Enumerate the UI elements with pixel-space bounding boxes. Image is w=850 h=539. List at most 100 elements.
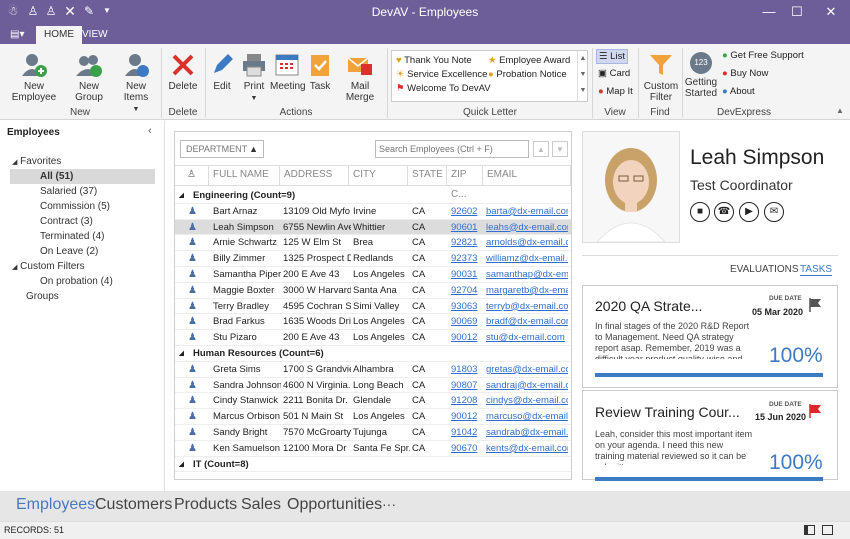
table-row[interactable]: ♟ Arnie Schwartz 125 W Elm St Brea CA 92821 ar… xyxy=(175,235,571,252)
close-button[interactable]: ✕ xyxy=(816,3,846,21)
table-cell[interactable]: 93063 xyxy=(451,299,485,314)
table-cell[interactable]: williamz@dx-email.c... xyxy=(486,251,568,266)
minimize-button[interactable]: — xyxy=(754,3,784,21)
column-chooser-icon[interactable]: ♙ xyxy=(175,165,209,185)
normal-view-icon[interactable] xyxy=(804,525,815,535)
table-row[interactable]: ♟ Maggie Boxter 3000 W Harvard...Santa Ana… xyxy=(175,283,571,299)
table-row[interactable]: ♟ Sandy Bright 7570 McGroarty... Tujunga CA 9… xyxy=(175,425,571,441)
nav-custom-filters[interactable]: ◢ Custom Filters xyxy=(12,259,85,274)
table-cell[interactable]: 92373 xyxy=(451,251,485,266)
nav-item[interactable]: Terminated (4) xyxy=(10,229,155,244)
about-link[interactable]: ● About xyxy=(722,86,755,97)
new-items-button[interactable]: New Items ▼ xyxy=(114,52,158,115)
search-input[interactable] xyxy=(375,140,529,158)
flag-icon[interactable] xyxy=(807,403,823,419)
table-cell[interactable]: 90012 xyxy=(451,409,485,424)
quick-letter-probation-notice[interactable]: ● Probation Notice xyxy=(488,69,567,80)
flag-icon[interactable] xyxy=(807,297,823,313)
more-nav-icon[interactable]: ··· xyxy=(382,496,396,512)
group-row[interactable]: ◢ Human Resources (Count=6) xyxy=(175,346,571,362)
find-next-button[interactable]: ▼ xyxy=(552,141,568,157)
column-header[interactable]: CITY xyxy=(349,165,408,185)
table-cell[interactable]: 92704 xyxy=(451,283,485,298)
group-row[interactable]: ◢ Engineering (Count=9) xyxy=(175,188,571,204)
table-cell[interactable]: 91803 xyxy=(451,362,485,377)
maximize-button[interactable]: ☐ xyxy=(782,3,812,21)
get-free-support-link[interactable]: ● Get Free Support xyxy=(722,50,804,61)
table-cell[interactable]: 90807 xyxy=(451,378,485,393)
table-row[interactable]: ♟ Bart Arnaz 13109 Old Myfo... Irvine CA 9260… xyxy=(175,204,571,220)
nav-item[interactable]: All (51) xyxy=(10,169,155,184)
quick-letter-service-excellence[interactable]: ☀ Service Excellence xyxy=(396,69,487,80)
file-menu-icon[interactable]: ▤▾ xyxy=(4,26,30,44)
table-cell[interactable]: stu@dx-email.com xyxy=(486,330,568,345)
getting-started-button[interactable]: 123 Getting Started xyxy=(684,52,718,99)
find-previous-button[interactable]: ▲ xyxy=(533,141,549,157)
nav-employees[interactable]: Employees xyxy=(16,496,95,514)
print-button[interactable]: Print ▼ xyxy=(239,52,269,104)
table-cell[interactable]: 90670 xyxy=(451,441,485,456)
column-header[interactable]: ZIP C... xyxy=(447,165,483,200)
column-header[interactable]: ADDRESS xyxy=(280,165,349,185)
tab-evaluations[interactable]: EVALUATIONS xyxy=(730,264,799,275)
table-row[interactable]: ♟ Brad Farkus 1635 Woods DriveLos Angeles C… xyxy=(175,314,571,331)
table-cell[interactable]: 91042 xyxy=(451,425,485,440)
edit-button[interactable]: Edit xyxy=(208,52,236,92)
table-row[interactable]: ♟ Sandra Johnson 4600 N Virginia... Long Be… xyxy=(175,378,571,394)
table-row[interactable]: ♟ Ken Samuelson12100 Mora Dr Santa Fe Spr.… xyxy=(175,441,571,457)
reading-view-icon[interactable] xyxy=(822,525,833,535)
nav-item[interactable]: Salaried (37) xyxy=(10,184,155,199)
phone-icon[interactable]: ☎ xyxy=(714,202,734,222)
table-cell[interactable]: sandraj@dx-email.c... xyxy=(486,378,568,393)
table-cell[interactable]: arnolds@dx-email.c... xyxy=(486,235,568,250)
table-cell[interactable]: barta@dx-email.com xyxy=(486,204,568,219)
table-cell[interactable]: 90069 xyxy=(451,314,485,329)
table-row[interactable]: ♟ Leah Simpson 6755 Newlin Ave Whittier CA 90… xyxy=(175,219,571,236)
custom-filter-button[interactable]: Custom Filter xyxy=(642,52,680,103)
task-card[interactable]: Review Training Cour... DUE DATE 15 Jun … xyxy=(582,390,838,481)
nav-groups[interactable]: Groups xyxy=(26,289,59,304)
table-cell[interactable]: cindys@dx-email.com xyxy=(486,393,568,408)
delete-button[interactable]: Delete xyxy=(164,52,202,92)
table-row[interactable]: ♟ Terry Bradley 4595 Cochran St Simi Valley… xyxy=(175,299,571,315)
column-header[interactable]: EMAIL xyxy=(483,165,571,185)
table-cell[interactable]: 92602 xyxy=(451,204,485,219)
meeting-button[interactable]: Meeting xyxy=(270,52,306,92)
nav-favorites[interactable]: ◢ Favorites xyxy=(12,154,61,169)
mail-merge-button[interactable]: Mail Merge xyxy=(336,52,384,103)
collapse-pane-icon[interactable]: ‹ xyxy=(148,125,152,137)
group-by-dropdown[interactable]: DEPARTMENT ▲ xyxy=(180,140,264,158)
table-cell[interactable]: 90012 xyxy=(451,330,485,345)
nav-item[interactable]: Contract (3) xyxy=(10,214,155,229)
gallery-scroll[interactable]: ▲ ▼ ▼ xyxy=(577,51,588,101)
table-row[interactable]: ♟ Greta Sims 1700 S Grandvie...Alhambra CA 9… xyxy=(175,362,571,378)
quick-letter-welcome[interactable]: ⚑ Welcome To DevAV xyxy=(396,83,491,94)
quick-letter-thank-you[interactable]: ♥ Thank You Note xyxy=(396,55,472,66)
collapse-ribbon-icon[interactable]: ▲ xyxy=(836,106,844,115)
table-cell[interactable]: margaretb@dx-ema... xyxy=(486,283,568,298)
map-it-button[interactable]: ● Map It xyxy=(598,86,633,97)
email-icon[interactable]: ✉ xyxy=(764,202,784,222)
search-input-field[interactable] xyxy=(376,141,526,157)
buy-now-link[interactable]: ● Buy Now xyxy=(722,68,768,79)
column-header[interactable]: FULL NAME xyxy=(209,165,280,185)
nav-item[interactable]: On Leave (2) xyxy=(10,244,155,259)
task-card[interactable]: 2020 QA Strate... DUE DATE 05 Mar 2020 I… xyxy=(582,285,838,388)
new-employee-button[interactable]: New Employee xyxy=(4,52,64,103)
chat-icon[interactable]: ■ xyxy=(690,202,710,222)
task-button[interactable]: Task xyxy=(306,52,334,92)
table-cell[interactable]: 92821 xyxy=(451,235,485,250)
table-cell[interactable]: samanthap@dx-em... xyxy=(486,267,568,282)
quick-letter-employee-award[interactable]: ★ Employee Award xyxy=(488,55,570,66)
nav-opportunities[interactable]: Opportunities xyxy=(287,496,382,514)
nav-sales[interactable]: Sales xyxy=(241,496,281,514)
column-header[interactable]: STATE xyxy=(408,165,447,185)
table-cell[interactable]: bradf@dx-email.com xyxy=(486,314,568,329)
table-cell[interactable]: terryb@dx-email.com xyxy=(486,299,568,314)
table-cell[interactable]: 90031 xyxy=(451,267,485,282)
table-cell[interactable]: marcuso@dx-email.c... xyxy=(486,409,568,424)
table-cell[interactable]: gretas@dx-email.com xyxy=(486,362,568,377)
group-row[interactable]: ◢ IT (Count=8) xyxy=(175,457,571,473)
table-cell[interactable]: sandrab@dx-email.c... xyxy=(486,425,568,440)
list-view-button[interactable]: ☰ List xyxy=(596,49,628,64)
